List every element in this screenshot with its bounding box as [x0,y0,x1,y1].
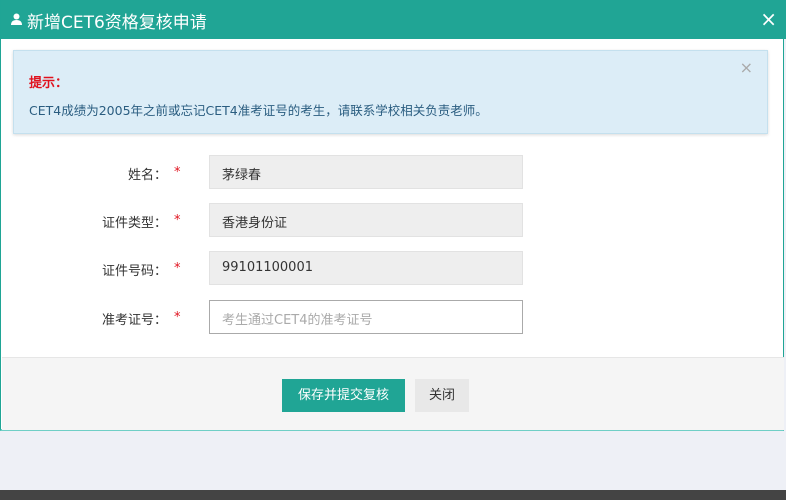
required-mark: * [174,213,181,228]
alert-message: CET4成绩为2005年之前或忘记CET4准考证号的考生，请联系学校相关负责老师… [29,103,488,118]
form-row-id-type: 证件类型： * 香港身份证 [1,203,786,237]
id-number-label: 证件号码： [101,264,167,279]
close-button[interactable]: 关闭 [415,379,469,412]
required-mark: * [174,261,181,276]
close-icon[interactable]: × [760,7,777,31]
form-row-ticket: 准考证号： * 考生通过CET4的准考证号 [1,300,786,334]
dialog-title: 新增CET6资格复核申请 [27,13,207,33]
dialog: 新增CET6资格复核申请 × 提示： CET4成绩为2005年之前或忘记CET4… [0,0,786,431]
user-icon [11,13,22,25]
alert-close-icon[interactable]: × [740,58,753,77]
ticket-label: 准考证号： [101,313,167,328]
id-type-label: 证件类型： [101,216,167,231]
id-type-field[interactable]: 香港身份证 [209,203,523,237]
alert-box: 提示： CET4成绩为2005年之前或忘记CET4准考证号的考生，请联系学校相关… [13,50,768,134]
dialog-header: 新增CET6资格复核申请 × [1,0,786,39]
required-mark: * [174,165,181,180]
dialog-footer: 保存并提交复核 关闭 [2,357,784,430]
form-row-id-number: 证件号码： * 99101100001 [1,251,786,285]
bottom-bar [0,490,786,500]
ticket-number-input[interactable]: 考生通过CET4的准考证号 [209,300,523,334]
alert-heading: 提示： [29,76,69,91]
save-submit-button[interactable]: 保存并提交复核 [282,379,405,412]
id-number-field[interactable]: 99101100001 [209,251,523,285]
form-row-name: 姓名： * 茅绿春 [1,155,786,189]
name-field[interactable]: 茅绿春 [209,155,523,189]
name-label: 姓名： [127,168,167,183]
required-mark: * [174,310,181,325]
